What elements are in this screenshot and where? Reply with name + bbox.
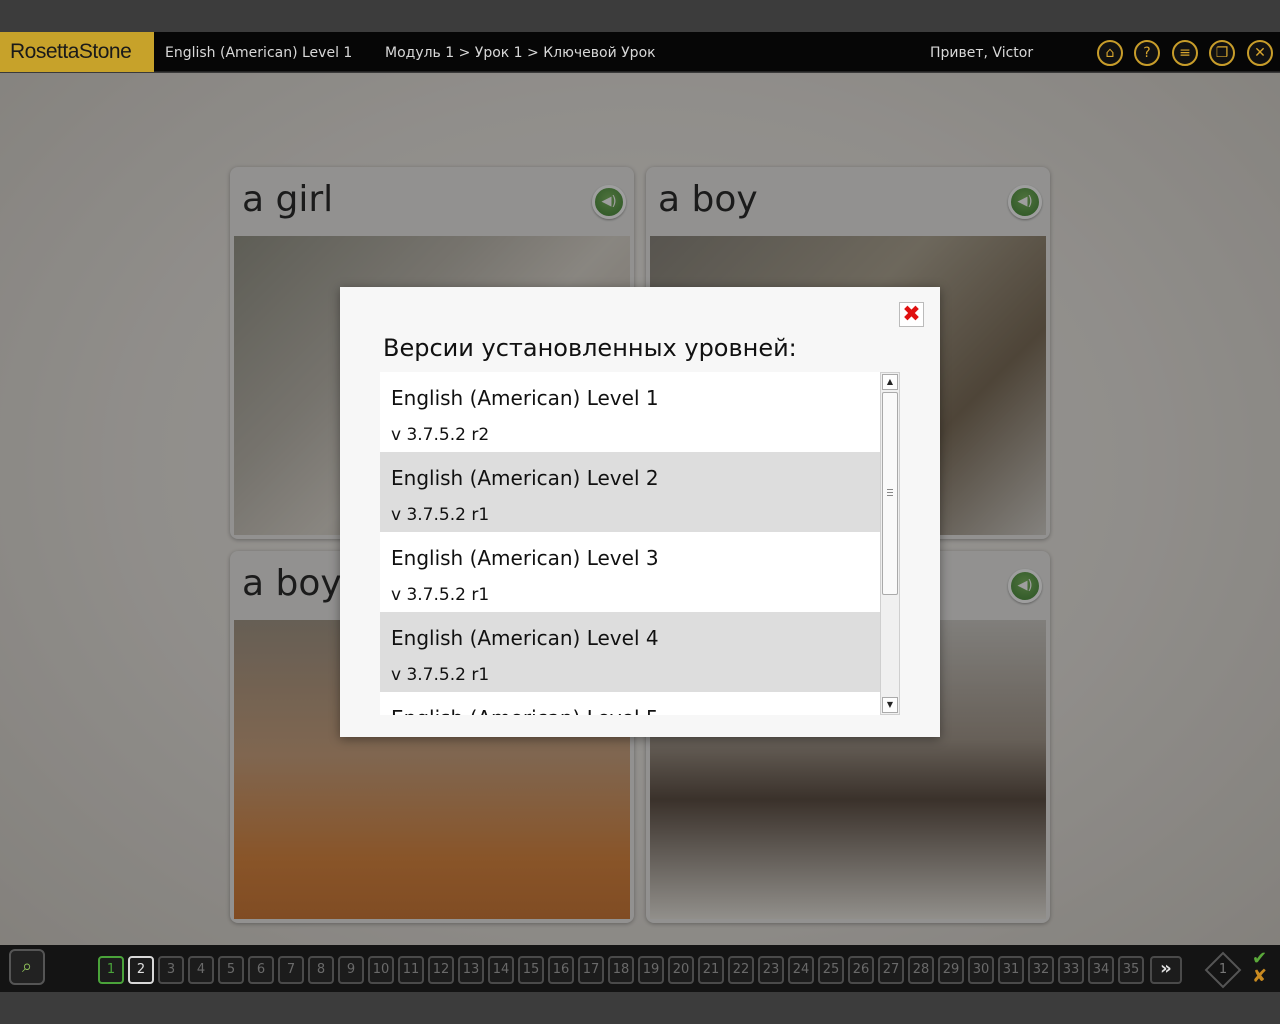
diamond-label: 1 xyxy=(1218,962,1228,977)
page-button[interactable]: 6 xyxy=(248,956,274,984)
level-version: v 3.7.5.2 r2 xyxy=(391,425,490,445)
home-icon[interactable]: ⌂ xyxy=(1097,40,1123,66)
page-button[interactable]: 7 xyxy=(278,956,304,984)
window-top-strip xyxy=(0,0,1280,32)
page-button[interactable]: 4 xyxy=(188,956,214,984)
page-button[interactable]: 9 xyxy=(338,956,364,984)
magnifier-icon[interactable]: ⌕ xyxy=(9,949,45,985)
red-x-icon[interactable]: ✖ xyxy=(899,302,924,327)
page-button[interactable]: 12 xyxy=(428,956,454,984)
level-name: English (American) Level 3 xyxy=(391,546,659,570)
close-icon[interactable]: ✕ xyxy=(1247,40,1273,66)
page-button[interactable]: 24 xyxy=(788,956,814,984)
page-button[interactable]: 22 xyxy=(728,956,754,984)
page-button[interactable]: 29 xyxy=(938,956,964,984)
logo-part1: Rosetta xyxy=(10,40,79,63)
menu-icon[interactable]: ≡ xyxy=(1172,40,1198,66)
page-button[interactable]: 23 xyxy=(758,956,784,984)
list-item[interactable]: English (American) Level 1 v 3.7.5.2 r2 xyxy=(380,372,880,452)
page-button[interactable]: 34 xyxy=(1088,956,1114,984)
page-button[interactable]: 17 xyxy=(578,956,604,984)
page-button[interactable]: 3 xyxy=(158,956,184,984)
next-arrow-button[interactable]: » xyxy=(1150,956,1182,984)
page-button[interactable]: 32 xyxy=(1028,956,1054,984)
course-name: English (American) Level 1 xyxy=(165,45,353,61)
page-button[interactable]: 33 xyxy=(1058,956,1084,984)
level-version: v 3.7.5.2 r1 xyxy=(391,505,490,525)
list-item[interactable]: English (American) Level 5 xyxy=(380,692,880,715)
level-name: English (American) Level 5 xyxy=(391,706,659,715)
x-mark-icon: ✘ xyxy=(1252,966,1268,987)
page-button[interactable]: 16 xyxy=(548,956,574,984)
page-button[interactable]: 30 xyxy=(968,956,994,984)
level-name: English (American) Level 1 xyxy=(391,386,659,410)
list-item[interactable]: English (American) Level 3 v 3.7.5.2 r1 xyxy=(380,532,880,612)
page-button[interactable]: 10 xyxy=(368,956,394,984)
page-button[interactable]: 15 xyxy=(518,956,544,984)
logo-part2: Stone xyxy=(78,40,132,63)
page-button[interactable]: 21 xyxy=(698,956,724,984)
page-button[interactable]: 2 xyxy=(128,956,154,984)
window-bottom-strip xyxy=(0,992,1280,1024)
installed-versions-dialog: ✖ Версии установленных уровней: English … xyxy=(340,287,940,737)
dialog-title: Версии установленных уровней: xyxy=(383,334,797,362)
scroll-thumb[interactable] xyxy=(882,392,898,595)
user-greeting: Привет, Victor xyxy=(930,45,1034,61)
page-button[interactable]: 1 xyxy=(98,956,124,984)
rosetta-stone-logo: RosettaStone xyxy=(0,32,154,72)
page-button[interactable]: 28 xyxy=(908,956,934,984)
level-version: v 3.7.5.2 r1 xyxy=(391,585,490,605)
page-button[interactable]: 11 xyxy=(398,956,424,984)
level-name: English (American) Level 2 xyxy=(391,466,659,490)
page-button[interactable]: 27 xyxy=(878,956,904,984)
page-button[interactable]: 8 xyxy=(308,956,334,984)
page-button[interactable]: 5 xyxy=(218,956,244,984)
page-button[interactable]: 14 xyxy=(488,956,514,984)
help-icon[interactable]: ? xyxy=(1134,40,1160,66)
list-item[interactable]: English (American) Level 4 v 3.7.5.2 r1 xyxy=(380,612,880,692)
page-button[interactable]: 26 xyxy=(848,956,874,984)
list-item[interactable]: English (American) Level 2 v 3.7.5.2 r1 xyxy=(380,452,880,532)
page-button[interactable]: 19 xyxy=(638,956,664,984)
grip-icon xyxy=(887,489,893,498)
page-button[interactable]: 25 xyxy=(818,956,844,984)
level-name: English (American) Level 4 xyxy=(391,626,659,650)
versions-list[interactable]: English (American) Level 1 v 3.7.5.2 r2 … xyxy=(380,372,880,715)
page-button[interactable]: 31 xyxy=(998,956,1024,984)
page-button[interactable]: 18 xyxy=(608,956,634,984)
page-button[interactable]: 20 xyxy=(668,956,694,984)
top-bar: RosettaStone English (American) Level 1 … xyxy=(0,32,1280,72)
progress-diamond-icon: 1 xyxy=(1204,951,1242,989)
page-button[interactable]: 13 xyxy=(458,956,484,984)
page-button[interactable]: 35 xyxy=(1118,956,1144,984)
scroll-up-arrow-icon[interactable]: ▲ xyxy=(882,374,898,390)
level-version: v 3.7.5.2 r1 xyxy=(391,665,490,685)
scroll-down-arrow-icon[interactable]: ▼ xyxy=(882,697,898,713)
window-icon[interactable]: ❐ xyxy=(1209,40,1235,66)
breadcrumb: Модуль 1 > Урок 1 > Ключевой Урок xyxy=(385,45,656,61)
list-scrollbar[interactable]: ▲ ▼ xyxy=(880,372,900,715)
bottom-bar: ⌕ 1 2 3 4 5 6 7 8 9 10 11 12 13 14 15 16 17 18 19 20 21 22 23 2… xyxy=(0,945,1280,992)
